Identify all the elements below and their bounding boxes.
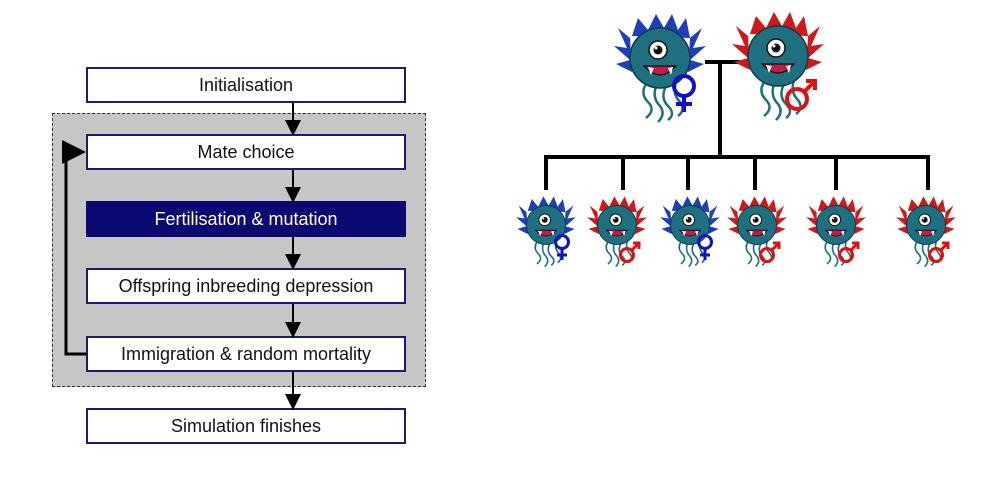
pedigree-lines	[544, 60, 930, 190]
loop-back-arrow	[62, 140, 86, 356]
offspring-2-male	[586, 195, 648, 268]
parent-male-monster	[730, 10, 826, 122]
female-symbol-parent-icon	[672, 74, 696, 112]
offspring-4-male	[726, 195, 788, 268]
offspring-5-male	[805, 195, 867, 268]
female-symbol-icon	[697, 234, 713, 260]
offspring-6-male	[895, 195, 957, 268]
diagram-graphics	[62, 10, 957, 410]
parent-female-monster	[612, 12, 708, 124]
female-symbol-icon	[554, 234, 570, 260]
offspring-3-female	[659, 195, 721, 268]
